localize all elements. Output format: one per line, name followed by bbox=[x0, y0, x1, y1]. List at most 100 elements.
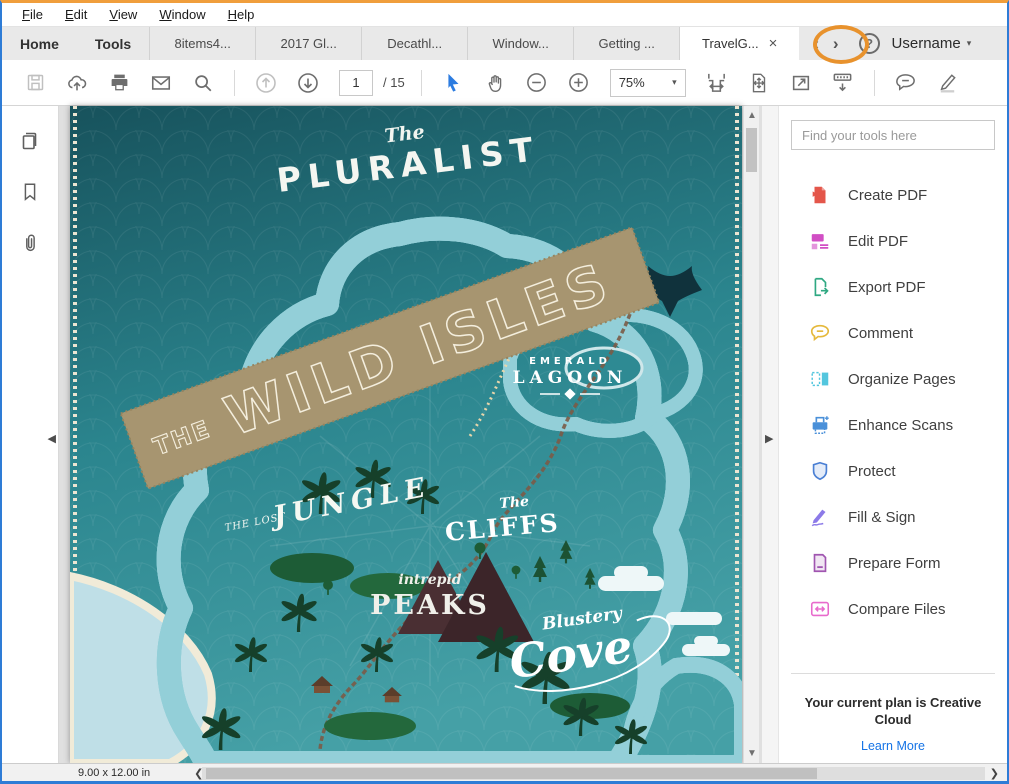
tool-create-pdf[interactable]: Create PDF bbox=[791, 172, 995, 218]
vertical-scrollbar-thumb[interactable] bbox=[746, 128, 757, 172]
menu-window[interactable]: Window bbox=[149, 7, 215, 22]
tool-export-pdf[interactable]: Export PDF bbox=[791, 264, 995, 310]
menu-help[interactable]: Help bbox=[218, 7, 265, 22]
page-thumbnails-icon bbox=[22, 132, 37, 150]
tool-protect[interactable]: Protect bbox=[791, 448, 995, 494]
menu-bar: File Edit View Window Help bbox=[2, 3, 1007, 27]
horizontal-scrollbar-thumb[interactable] bbox=[206, 768, 817, 779]
toolbar-separator bbox=[873, 69, 875, 96]
bookmarks-button[interactable] bbox=[19, 181, 41, 206]
tab-doc-8items4[interactable]: 8items4... bbox=[149, 27, 255, 60]
tab-doc-travelg-active[interactable]: TravelG... × bbox=[679, 27, 800, 60]
bookmark-icon bbox=[24, 183, 36, 201]
tab-doc-getting[interactable]: Getting ... bbox=[573, 27, 679, 60]
tool-enhance-scans[interactable]: Enhance Scans bbox=[791, 402, 995, 448]
scroll-up-icon[interactable]: ▲ bbox=[744, 110, 760, 121]
pdf-page[interactable]: The PLURALIST THE WILD ISLES EMERALD LAG… bbox=[66, 106, 750, 763]
edit-pdf-icon bbox=[809, 230, 831, 252]
menu-edit-rest: dit bbox=[73, 7, 88, 22]
username-label: Username bbox=[891, 35, 961, 52]
username-menu[interactable]: Username ▾ bbox=[892, 27, 972, 60]
save-button[interactable] bbox=[16, 64, 54, 102]
previous-page-button[interactable] bbox=[247, 64, 285, 102]
tab-doc-2017gl[interactable]: 2017 Gl... bbox=[255, 27, 361, 60]
tool-prepare-form[interactable]: Prepare Form bbox=[791, 540, 995, 586]
horizontal-scrollbar[interactable] bbox=[202, 767, 985, 780]
zoom-level-dropdown[interactable]: 75% ▾ bbox=[609, 68, 686, 97]
hand-icon bbox=[488, 74, 501, 92]
comment-tool-button[interactable] bbox=[887, 64, 925, 102]
tool-fill-sign[interactable]: Fill & Sign bbox=[791, 494, 995, 540]
select-tool-button[interactable] bbox=[434, 64, 472, 102]
collapse-toolbar-button[interactable] bbox=[824, 64, 862, 102]
toolbar-separator bbox=[420, 69, 422, 96]
tool-label: Prepare Form bbox=[848, 554, 941, 572]
fit-width-button[interactable] bbox=[698, 64, 736, 102]
cliffs-label-pre: The bbox=[499, 494, 530, 513]
menu-edit-accel: E bbox=[64, 7, 74, 22]
vertical-scrollbar[interactable]: ▲ ▼ bbox=[743, 106, 759, 763]
save-icon bbox=[27, 74, 43, 91]
plan-text: Your current plan is Creative Cloud bbox=[804, 694, 982, 728]
enhance-scans-icon bbox=[809, 414, 831, 436]
menu-view-rest: iew bbox=[117, 7, 138, 22]
help-icon[interactable]: ? bbox=[858, 33, 880, 54]
printer-icon bbox=[111, 74, 127, 91]
organize-pages-icon bbox=[809, 368, 831, 390]
tab-home[interactable]: Home bbox=[2, 27, 77, 60]
plan-block: Your current plan is Creative Cloud Lear… bbox=[791, 672, 995, 753]
tool-compare-files[interactable]: Compare Files bbox=[791, 586, 995, 632]
menu-file-accel: F bbox=[22, 7, 30, 22]
tool-edit-pdf[interactable]: Edit PDF bbox=[791, 218, 995, 264]
learn-more-link[interactable]: Learn More bbox=[791, 739, 995, 753]
menu-file-rest: ile bbox=[29, 7, 43, 22]
next-page-button[interactable] bbox=[289, 64, 327, 102]
tool-comment[interactable]: Comment bbox=[791, 310, 995, 356]
tab-tools[interactable]: Tools bbox=[77, 27, 149, 60]
full-screen-button[interactable] bbox=[782, 64, 820, 102]
search-button[interactable] bbox=[184, 64, 222, 102]
tab-doc-decathl[interactable]: Decathl... bbox=[361, 27, 467, 60]
share-cloud-button[interactable] bbox=[58, 64, 96, 102]
tool-label: Compare Files bbox=[848, 600, 946, 618]
page-number-input[interactable] bbox=[339, 69, 373, 96]
tool-label: Create PDF bbox=[848, 186, 928, 204]
menu-help-rest: elp bbox=[236, 7, 255, 22]
tools-search-input[interactable] bbox=[791, 120, 995, 150]
document-canvas: The PLURALIST THE WILD ISLES EMERALD LAG… bbox=[59, 106, 761, 763]
scroll-down-icon[interactable]: ▼ bbox=[744, 748, 760, 759]
highlight-tool-button[interactable] bbox=[929, 64, 967, 102]
zoom-out-button[interactable] bbox=[518, 64, 556, 102]
page-thumbnails-button[interactable] bbox=[18, 128, 42, 155]
fit-page-button[interactable] bbox=[740, 64, 778, 102]
menu-view[interactable]: View bbox=[99, 7, 147, 22]
peaks-label-pre: intrepid bbox=[398, 572, 461, 588]
page-dimensions-label: 9.00 x 12.00 in bbox=[78, 767, 151, 779]
collapse-left-pane-arrow[interactable]: ◀ bbox=[48, 432, 56, 445]
next-tab-arrow[interactable]: › bbox=[833, 34, 839, 54]
email-button[interactable] bbox=[142, 64, 180, 102]
print-button[interactable] bbox=[100, 64, 138, 102]
menu-edit[interactable]: Edit bbox=[55, 7, 97, 22]
scroll-right-icon[interactable]: ❯ bbox=[990, 767, 999, 780]
hand-tool-button[interactable] bbox=[476, 64, 514, 102]
attachments-button[interactable] bbox=[19, 232, 41, 257]
prev-tab-arrow[interactable]: ‹ bbox=[813, 34, 819, 54]
tool-label: Fill & Sign bbox=[848, 508, 916, 526]
tools-panel: Create PDF Edit PDF Export PDF bbox=[779, 106, 1007, 763]
chevron-down-icon: ▾ bbox=[672, 77, 677, 87]
menu-window-accel: W bbox=[159, 7, 172, 22]
close-icon[interactable]: × bbox=[769, 36, 778, 51]
right-pane-strip: ▶ bbox=[761, 106, 779, 763]
fit-width-icon bbox=[708, 73, 726, 92]
minus-circle-icon bbox=[527, 73, 547, 92]
tab-doc-window[interactable]: Window... bbox=[467, 27, 573, 60]
zoom-in-button[interactable] bbox=[560, 64, 598, 102]
menu-file[interactable]: File bbox=[12, 7, 53, 22]
plus-circle-icon bbox=[569, 73, 589, 92]
zoom-level-value: 75% bbox=[618, 75, 645, 90]
collapse-right-pane-arrow[interactable]: ▶ bbox=[765, 432, 773, 445]
menu-help-accel: H bbox=[227, 7, 237, 22]
map-illustration: The PLURALIST THE WILD ISLES EMERALD LAG… bbox=[66, 106, 750, 763]
tool-organize-pages[interactable]: Organize Pages bbox=[791, 356, 995, 402]
